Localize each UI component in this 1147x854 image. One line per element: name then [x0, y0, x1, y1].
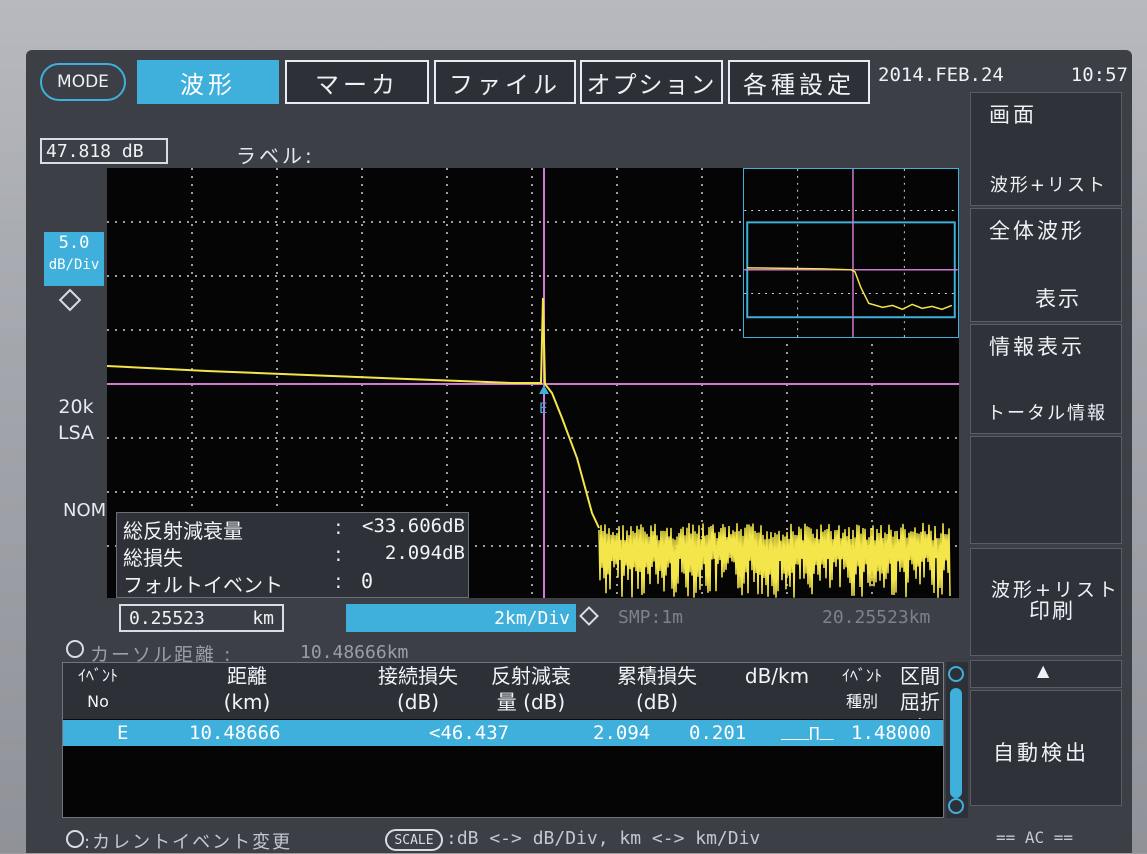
fault-events-value: 0 [361, 569, 374, 593]
softkey-title: 全体波形 [989, 219, 1085, 243]
end-distance: 20.25523km [822, 607, 931, 628]
col-header-db-per-km: dB/km [727, 663, 828, 719]
pulse-width: 20k [58, 396, 94, 418]
col-header-cumulative-loss: 累積損失 (dB) [587, 663, 728, 719]
info-sep: : [335, 569, 342, 593]
total-loss-value: 2.094dB [384, 542, 465, 564]
softkey-title: 情報表示 [989, 335, 1085, 359]
col-header-event-type: ｲﾍﾞﾝﾄ 種別 [827, 663, 898, 719]
fault-events-label: フォルトイベント [123, 573, 283, 597]
cell-db-per-km: 0.201 [689, 722, 747, 744]
scroll-thumb[interactable] [950, 688, 962, 798]
softkey-value: トータル情報 [987, 403, 1107, 424]
softkey-value: 波形+リスト [989, 175, 1107, 196]
softkey-blank[interactable] [970, 436, 1122, 544]
up-arrow-icon: ▲ [1037, 661, 1050, 680]
softkey-title: 画面 [989, 103, 1037, 127]
date-text: 2014.FEB.24 [878, 64, 1004, 86]
mode-button[interactable]: MODE [40, 63, 126, 101]
softkey-overview[interactable]: 全体波形 表示 [970, 208, 1122, 322]
trace-line [107, 297, 600, 529]
info-sep: : [335, 515, 342, 539]
date-time: 2014.FEB.24 10:57 [878, 64, 1128, 90]
tab-options[interactable]: オプション [580, 60, 723, 104]
scale-key-icon: SCALE [385, 829, 443, 851]
pulse-unit: LSA [58, 422, 94, 444]
col-header-ior: 区間屈折率 [897, 663, 944, 719]
knob-icon [66, 830, 84, 848]
total-return-loss-label: 総反射減衰量 [123, 519, 243, 543]
softkey-value: 印刷 [1029, 599, 1075, 623]
softkey-auto-detect[interactable]: 自動検出 [970, 690, 1122, 806]
cell-distance: 10.48666 [189, 722, 281, 744]
softkey-info-display[interactable]: 情報表示 トータル情報 [970, 324, 1122, 434]
overview-inset[interactable] [743, 168, 959, 338]
tab-marker[interactable]: マーカ [285, 60, 429, 104]
knob-icon [66, 640, 84, 658]
col-header-return-loss: 反射減衰量 (dB) [475, 663, 588, 719]
table-row[interactable]: E 10.48666 <46.437 2.094 0.201 ⎽⎽∏⎽ 1.48… [63, 720, 943, 746]
softkey-value: 表示 [1035, 287, 1081, 311]
total-loss-label: 総損失 [123, 546, 183, 570]
cell-cumulative-loss: 2.094 [593, 722, 651, 744]
inset-trace [747, 267, 953, 311]
total-return-loss-value: <33.606dB [362, 515, 465, 537]
tab-waveform[interactable]: 波形 [137, 60, 279, 104]
scale-value: 5.0 [58, 233, 90, 253]
footer-event-hint: :カレントイベント変更 [84, 832, 293, 853]
softkey-screen[interactable]: 画面 波形+リスト [970, 92, 1122, 206]
start-km-value: 0.25523 [129, 607, 205, 629]
footer-scale-hint: :dB <-> dB/Div, km <-> km/Div [446, 828, 761, 849]
cursor-distance-value: 10.48666km [300, 642, 409, 663]
total-info-panel: 総反射減衰量 : <33.606dB 総損失 : 2.094dB フォルトイベン… [116, 512, 469, 598]
event-type-icon: ⎽⎽∏⎽ [781, 725, 834, 741]
tab-file[interactable]: ファイル [434, 60, 576, 104]
start-km-unit: km [252, 607, 274, 629]
event-marker-label: E [539, 401, 547, 417]
info-sep: : [335, 542, 342, 566]
sample-info: SMP:1m [618, 607, 684, 628]
scale-unit: dB/Div [48, 257, 100, 273]
km-per-div-field[interactable]: 2km/Div [346, 604, 576, 632]
softkey-title: 自動検出 [993, 741, 1089, 765]
mode-nom: NOM [63, 500, 107, 521]
noise-floor [598, 522, 951, 598]
inset-grid [744, 169, 958, 337]
power-status: == AC == [996, 828, 1074, 847]
label-field[interactable]: ラベル: [236, 140, 315, 169]
col-header-distance: 距離 (km) [133, 663, 362, 719]
cell-event-no: E [117, 722, 129, 744]
pulse-info: 20k LSA [58, 394, 94, 446]
db-scale-box[interactable]: 5.0 dB/Div [44, 232, 104, 286]
softkey-print[interactable]: 波形+リスト 印刷 [970, 548, 1122, 656]
col-header-event-no: ｲﾍﾞﾝﾄ No [63, 663, 134, 719]
cell-return-loss: <46.437 [429, 722, 510, 744]
scroll-down-icon[interactable] [948, 798, 964, 814]
tab-settings[interactable]: 各種設定 [728, 60, 870, 104]
softkey-up[interactable]: ▲ [970, 660, 1122, 688]
time-text: 10:57 [1070, 64, 1128, 86]
table-scrollbar[interactable] [946, 662, 968, 818]
col-header-splice-loss: 接続損失 (dB) [361, 663, 476, 719]
event-table[interactable]: ｲﾍﾞﾝﾄ No 距離 (km) 接続損失 (dB) 反射減衰量 (dB) 累積損失(… [62, 662, 944, 818]
start-distance-field[interactable]: 0.25523 km [119, 604, 284, 632]
cell-ior: 1.48000 [851, 722, 932, 744]
db-readout: 47.818 dB [40, 138, 168, 164]
scroll-up-icon[interactable] [948, 666, 964, 682]
